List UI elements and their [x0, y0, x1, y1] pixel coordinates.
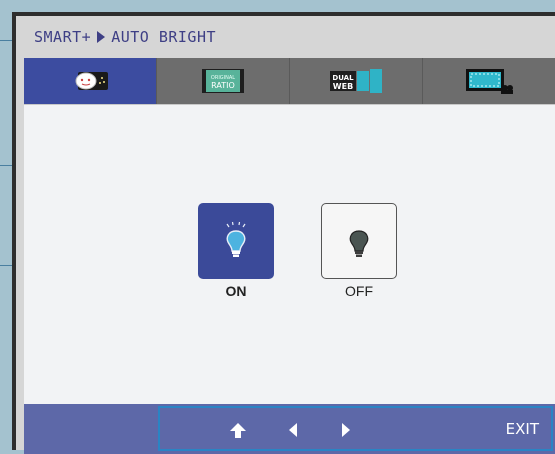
- off-button[interactable]: [321, 203, 397, 279]
- video-screen-icon: [466, 69, 513, 94]
- exit-button[interactable]: EXIT: [506, 420, 539, 438]
- svg-text:RATIO: RATIO: [211, 81, 235, 90]
- right-arrow-icon: [342, 423, 350, 437]
- original-ratio-icon: ORIGINAL RATIO: [202, 69, 244, 93]
- up-arrow-icon: [230, 423, 246, 438]
- face-screen-icon: [75, 72, 108, 90]
- up-arrow-button[interactable]: [228, 420, 248, 440]
- tab-bar: ORIGINAL RATIO DUAL WEB: [24, 58, 555, 104]
- tab-auto-bright[interactable]: [24, 58, 157, 104]
- tab-original-ratio[interactable]: ORIGINAL RATIO: [157, 58, 290, 104]
- footer-bar: EXIT: [24, 404, 555, 454]
- osd-window: SMART+ AUTO BRIGHT ORIGINAL RATIO DUAL W…: [12, 12, 555, 454]
- left-arrow-icon: [289, 423, 297, 437]
- breadcrumb: SMART+ AUTO BRIGHT: [16, 16, 555, 57]
- breadcrumb-parent: SMART+: [34, 27, 92, 46]
- tab-screen-video[interactable]: [423, 58, 555, 104]
- svg-text:WEB: WEB: [333, 82, 353, 91]
- tab-dual-web[interactable]: DUAL WEB: [290, 58, 423, 104]
- on-button[interactable]: [198, 203, 274, 279]
- nav-controls: EXIT: [158, 406, 553, 451]
- left-arrow-button[interactable]: [283, 420, 303, 440]
- settings-panel: ON OFF: [24, 104, 555, 405]
- off-label: OFF: [345, 283, 373, 299]
- breadcrumb-current: AUTO BRIGHT: [111, 27, 217, 46]
- lightbulb-off-icon: [349, 230, 369, 257]
- lightbulb-on-icon: [226, 221, 246, 257]
- on-label: ON: [225, 283, 247, 299]
- osd-panel: SMART+ AUTO BRIGHT ORIGINAL RATIO DUAL W…: [16, 16, 555, 454]
- breadcrumb-arrow-icon: [97, 30, 106, 43]
- svg-text:DUAL: DUAL: [332, 74, 354, 82]
- right-arrow-button[interactable]: [336, 420, 356, 440]
- dual-web-icon: DUAL WEB: [330, 69, 382, 93]
